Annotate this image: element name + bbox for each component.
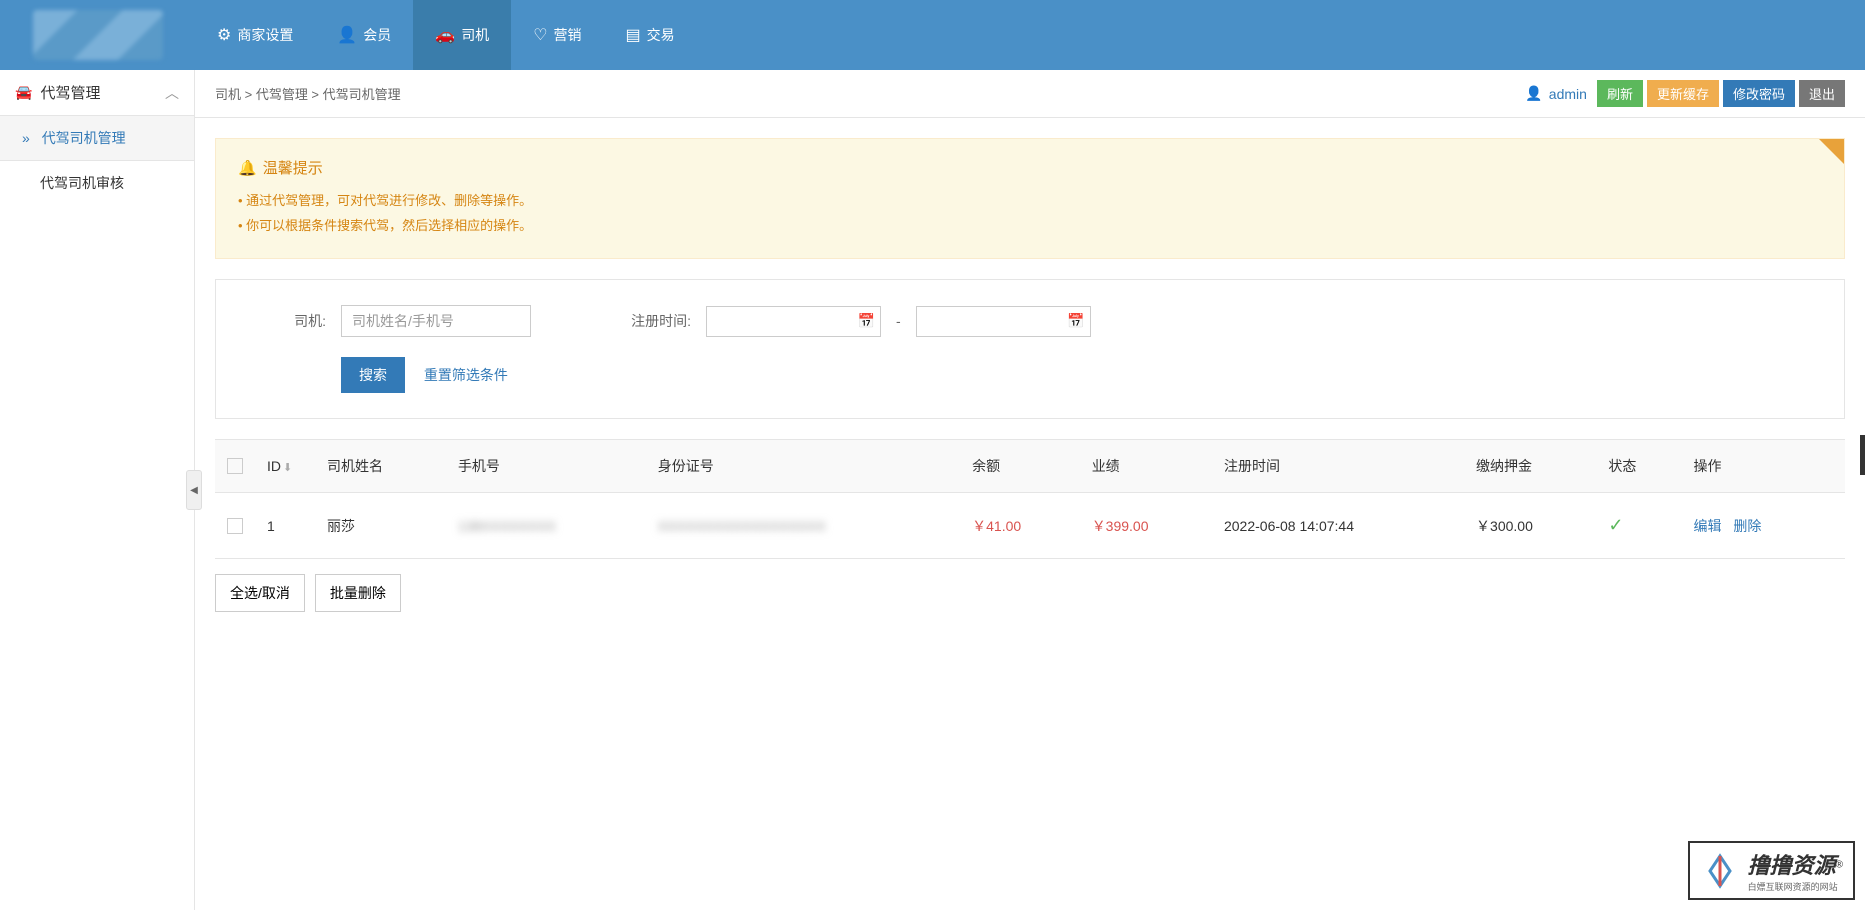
nav-label: 商家设置	[237, 25, 293, 45]
cell-balance: ￥41.00	[960, 493, 1080, 559]
user-icon: 👤	[1525, 85, 1542, 102]
watermark-logo-icon	[1700, 851, 1740, 891]
edit-link[interactable]: 编辑	[1693, 518, 1721, 534]
side-scroll-indicator	[1860, 435, 1865, 475]
date-dash: -	[896, 313, 901, 329]
logo[interactable]	[0, 0, 195, 70]
nav-drivers[interactable]: 🚗 司机	[413, 0, 511, 70]
notice-box: 🔔 温馨提示 通过代驾管理，可对代驾进行修改、删除等操作。 你可以根据条件搜索代…	[215, 138, 1845, 259]
check-icon: ✓	[1608, 515, 1623, 535]
sidebar: 🚘 代驾管理 ︿ 代驾司机管理 代驾司机审核 ◀	[0, 70, 195, 910]
driver-input[interactable]	[341, 305, 531, 337]
th-deposit: 缴纳押金	[1464, 440, 1596, 493]
notice-title: 🔔 温馨提示	[238, 157, 1822, 178]
batch-delete-button[interactable]: 批量删除	[315, 574, 401, 612]
nav-merchant-settings[interactable]: ⚙ 商家设置	[195, 0, 315, 70]
sidebar-title: 代驾管理	[40, 82, 157, 103]
refresh-button[interactable]: 刷新	[1597, 80, 1643, 107]
select-all-button[interactable]: 全选/取消	[215, 574, 305, 612]
notice-line: 你可以根据条件搜索代驾，然后选择相应的操作。	[238, 215, 1822, 234]
cell-name: 丽莎	[315, 493, 446, 559]
nav-transactions[interactable]: ▤ 交易	[604, 0, 697, 70]
header: ⚙ 商家设置 👤 会员 🚗 司机 ♡ 营销 ▤ 交易	[0, 0, 1865, 70]
drivers-table: ID⬇ 司机姓名 手机号 身份证号 余额 业绩 注册时间 缴纳押金 状态 操作	[215, 439, 1845, 559]
driver-label: 司机:	[241, 311, 326, 331]
car-icon: 🚘	[15, 84, 32, 101]
th-status: 状态	[1596, 440, 1681, 493]
top-action-buttons: 刷新 更新缓存 修改密码 退出	[1597, 80, 1845, 107]
chevron-up-icon: ︿	[165, 83, 179, 103]
search-panel: 司机: 注册时间: 📅 - 📅 搜索 重置筛选条件	[215, 279, 1845, 419]
user-info[interactable]: 👤 admin	[1525, 85, 1587, 102]
regtime-label: 注册时间:	[606, 311, 691, 331]
user-icon: 👤	[337, 25, 357, 45]
bell-icon: 🔔	[238, 159, 257, 177]
sidebar-item-driver-audit[interactable]: 代驾司机审核	[0, 161, 194, 205]
th-idcard: 身份证号	[646, 440, 960, 493]
nav-label: 交易	[647, 25, 675, 45]
search-button[interactable]: 搜索	[341, 357, 405, 393]
date-from-input[interactable]	[706, 306, 881, 337]
cell-actions: 编辑 删除	[1681, 493, 1845, 559]
sidebar-collapse-handle[interactable]: ◀	[186, 470, 202, 510]
cell-phone: 138XXXXXXXX	[446, 493, 646, 559]
nav-label: 会员	[363, 25, 391, 45]
sidebar-header[interactable]: 🚘 代驾管理 ︿	[0, 70, 194, 116]
table-header-row: ID⬇ 司机姓名 手机号 身份证号 余额 业绩 注册时间 缴纳押金 状态 操作	[215, 440, 1845, 493]
username: admin	[1549, 86, 1587, 102]
th-name: 司机姓名	[315, 440, 446, 493]
nav-members[interactable]: 👤 会员	[315, 0, 413, 70]
th-id[interactable]: ID⬇	[255, 440, 315, 493]
sort-icon: ⬇	[283, 462, 292, 474]
topbar: 司机 > 代驾管理 > 代驾司机管理 👤 admin 刷新 更新缓存 修改密码 …	[195, 70, 1865, 118]
cell-deposit: ￥300.00	[1464, 493, 1596, 559]
th-regtime: 注册时间	[1212, 440, 1464, 493]
cell-id: 1	[255, 493, 315, 559]
th-phone: 手机号	[446, 440, 646, 493]
chat-icon: ♡	[533, 25, 547, 45]
cell-regtime: 2022-06-08 14:07:44	[1212, 493, 1464, 559]
cell-performance: ￥399.00	[1080, 493, 1212, 559]
sidebar-item-label: 代驾司机管理	[42, 130, 126, 146]
cell-idcard: XXXXXXXXXXXXXXXXXX	[646, 493, 960, 559]
change-password-button[interactable]: 修改密码	[1723, 80, 1795, 107]
watermark: 撸撸资源® 白嫖互联网资源的网站	[1688, 841, 1855, 900]
main-content: 司机 > 代驾管理 > 代驾司机管理 👤 admin 刷新 更新缓存 修改密码 …	[195, 70, 1865, 910]
reset-filter-link[interactable]: 重置筛选条件	[424, 367, 508, 383]
th-balance: 余额	[960, 440, 1080, 493]
sidebar-item-driver-manage[interactable]: 代驾司机管理	[0, 116, 194, 161]
nav-marketing[interactable]: ♡ 营销	[511, 0, 603, 70]
notice-corner-icon	[1819, 139, 1844, 164]
th-performance: 业绩	[1080, 440, 1212, 493]
nav-label: 营销	[554, 25, 582, 45]
logout-button[interactable]: 退出	[1799, 80, 1845, 107]
table-row: 1 丽莎 138XXXXXXXX XXXXXXXXXXXXXXXXXX ￥41.…	[215, 493, 1845, 559]
th-action: 操作	[1681, 440, 1845, 493]
date-to-input[interactable]	[916, 306, 1091, 337]
select-all-checkbox[interactable]	[227, 458, 243, 474]
row-checkbox[interactable]	[227, 518, 243, 534]
main-nav: ⚙ 商家设置 👤 会员 🚗 司机 ♡ 营销 ▤ 交易	[195, 0, 697, 70]
clipboard-icon: ▤	[626, 25, 641, 45]
sidebar-item-label: 代驾司机审核	[40, 175, 124, 191]
cell-status: ✓	[1596, 493, 1681, 559]
watermark-text: 撸撸资源	[1748, 853, 1836, 878]
logo-image	[33, 10, 163, 60]
update-cache-button[interactable]: 更新缓存	[1647, 80, 1719, 107]
car-icon: 🚗	[435, 25, 455, 45]
notice-line: 通过代驾管理，可对代驾进行修改、删除等操作。	[238, 190, 1822, 209]
delete-link[interactable]: 删除	[1733, 518, 1761, 534]
gear-icon: ⚙	[217, 25, 231, 45]
breadcrumb: 司机 > 代驾管理 > 代驾司机管理	[215, 84, 1525, 103]
nav-label: 司机	[461, 25, 489, 45]
watermark-subtitle: 白嫖互联网资源的网站	[1748, 880, 1843, 893]
bottom-actions: 全选/取消 批量删除	[215, 574, 1845, 612]
